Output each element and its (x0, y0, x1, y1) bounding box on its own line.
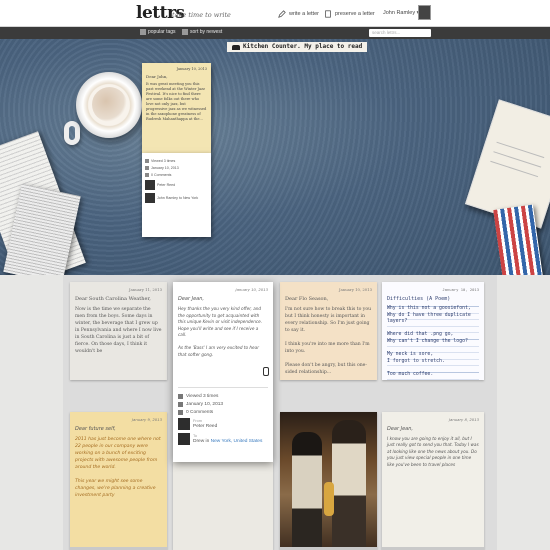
calendar-icon (178, 402, 183, 407)
sort-label: sort by newest (190, 29, 223, 35)
top-header: lettrs take time to write write a letter… (0, 0, 550, 27)
card-date: January 10, 2013 (338, 287, 372, 292)
kitchen-counter-desk: Kitchen Counter. My place to read Januar… (0, 39, 550, 275)
eye-icon (178, 394, 183, 399)
photo-person-2 (332, 420, 366, 550)
card-date: January 11, 2013 (128, 287, 162, 292)
desk-letter[interactable]: January 10, 2013 Dear John, It was great… (142, 63, 211, 153)
card-greeting: Dear Flo Season, (285, 296, 329, 302)
card-meta: Viewed 3 times January 10, 2013 0 Commen… (178, 387, 268, 445)
sent-date: January 10, 2013 (151, 166, 179, 170)
letters-grid: January 11, 2013 Dear South Carolina Wea… (63, 275, 497, 550)
comment-icon (178, 410, 183, 415)
desk-letter-meta: Viewed 3 times January 10, 2013 0 Commen… (142, 153, 211, 237)
card-greeting: Dear South Carolina Weather, (75, 296, 151, 302)
sender-name[interactable]: Peter Reed (157, 183, 175, 187)
document-icon (325, 10, 331, 18)
from-label: From (193, 419, 202, 423)
write-letter-link[interactable]: write a letter (278, 10, 319, 18)
letter-card-expanded[interactable]: January 10, 2013 Dear Jean, Hey thanks t… (173, 282, 273, 462)
comments-count[interactable]: 0 Comments (151, 173, 171, 177)
to-label: To (193, 434, 198, 438)
card-body: I'm not sure how to break this to you bu… (285, 307, 372, 375)
card-body: I know you are going to enjoy it all, bu… (387, 436, 479, 467)
card-body: Why is this not a goosiefont, Why do I h… (387, 306, 479, 380)
nav-bar: popular tags sort by newest search lettr… (0, 27, 550, 39)
tagline: take time to write (172, 11, 231, 19)
card-body: Hey thanks the you very kind offer, and … (178, 306, 263, 357)
card-body: 2011 has just become one where not 22 pe… (75, 437, 161, 498)
card-date: January 10, 2013 (442, 287, 479, 292)
preserve-letter-label: preserve a letter (335, 11, 375, 17)
card-date: January 8, 2013 (448, 417, 479, 422)
calendar-icon (145, 166, 149, 170)
card-greeting: Dear future self, (75, 426, 116, 432)
pen-icon (278, 10, 286, 18)
sent-date: January 10, 2013 (186, 402, 224, 407)
recipient-location[interactable]: New York, United States (211, 439, 263, 444)
letter-date: January 10, 2013 (176, 67, 207, 71)
hand-cursor-icon (263, 367, 269, 376)
views-count: Viewed 3 times (186, 394, 219, 399)
recipient-avatar[interactable] (145, 193, 155, 203)
card-greeting: Difficulties (A Poem) (387, 296, 451, 302)
recipient-name[interactable]: John Ramley to New York (157, 196, 198, 200)
recipient-avatar[interactable] (178, 433, 190, 445)
letter-body: It was great meeting you this past weeke… (146, 82, 207, 121)
sort-button[interactable]: sort by newest (182, 29, 222, 35)
card-body: Now is the time we separate the men from… (75, 307, 162, 354)
desk-title-label: Kitchen Counter. My place to read (227, 42, 368, 52)
search-input[interactable]: search lettrs... (369, 29, 431, 37)
cup-handle (64, 121, 80, 145)
sender-avatar[interactable] (145, 180, 155, 190)
letter-salutation: Dear John, (146, 74, 168, 79)
tag-icon (140, 29, 146, 35)
popular-tags-label: popular tags (148, 29, 176, 35)
letter-card[interactable]: January 11, 2013 Dear South Carolina Wea… (70, 282, 167, 380)
comments-count[interactable]: 0 Comments (186, 410, 213, 415)
letter-card[interactable]: January 8, 2013 Dear Jean, I know you ar… (382, 412, 484, 550)
user-avatar[interactable] (418, 5, 431, 20)
letter-card[interactable]: January 10, 2013 Difficulties (A Poem) W… (382, 282, 484, 380)
coffee-cup (76, 72, 142, 138)
card-greeting: Dear Jean, (387, 426, 414, 432)
card-date: January 9, 2013 (131, 417, 162, 422)
sender-avatar[interactable] (178, 418, 190, 430)
card-greeting: Dear Jean, (178, 296, 205, 302)
sender-name[interactable]: Peter Reed (193, 424, 217, 429)
car-icon (232, 44, 240, 50)
sort-icon (182, 29, 188, 35)
desk-title-text: Kitchen Counter. My place to read (243, 43, 363, 50)
letter-card[interactable]: January 9, 2013 Dear future self, 2011 h… (70, 412, 167, 550)
letter-card[interactable]: January 10, 2013 Dear Flo Season, I'm no… (280, 282, 377, 380)
photo-card[interactable] (280, 412, 377, 550)
eye-icon (145, 159, 149, 163)
popular-tags-button[interactable]: popular tags (140, 29, 176, 35)
recipient-name[interactable]: Drew in (193, 439, 209, 444)
preserve-letter-link[interactable]: preserve a letter (324, 10, 375, 18)
comment-icon (145, 173, 149, 177)
photo-person-1 (292, 432, 322, 550)
views-count: Viewed 3 times (151, 159, 176, 163)
write-letter-label: write a letter (289, 11, 319, 17)
saxophone (324, 482, 334, 516)
letter-card[interactable] (173, 462, 273, 550)
user-menu[interactable]: John Ramley ▾ (383, 10, 419, 16)
card-date: January 10, 2013 (235, 287, 268, 292)
